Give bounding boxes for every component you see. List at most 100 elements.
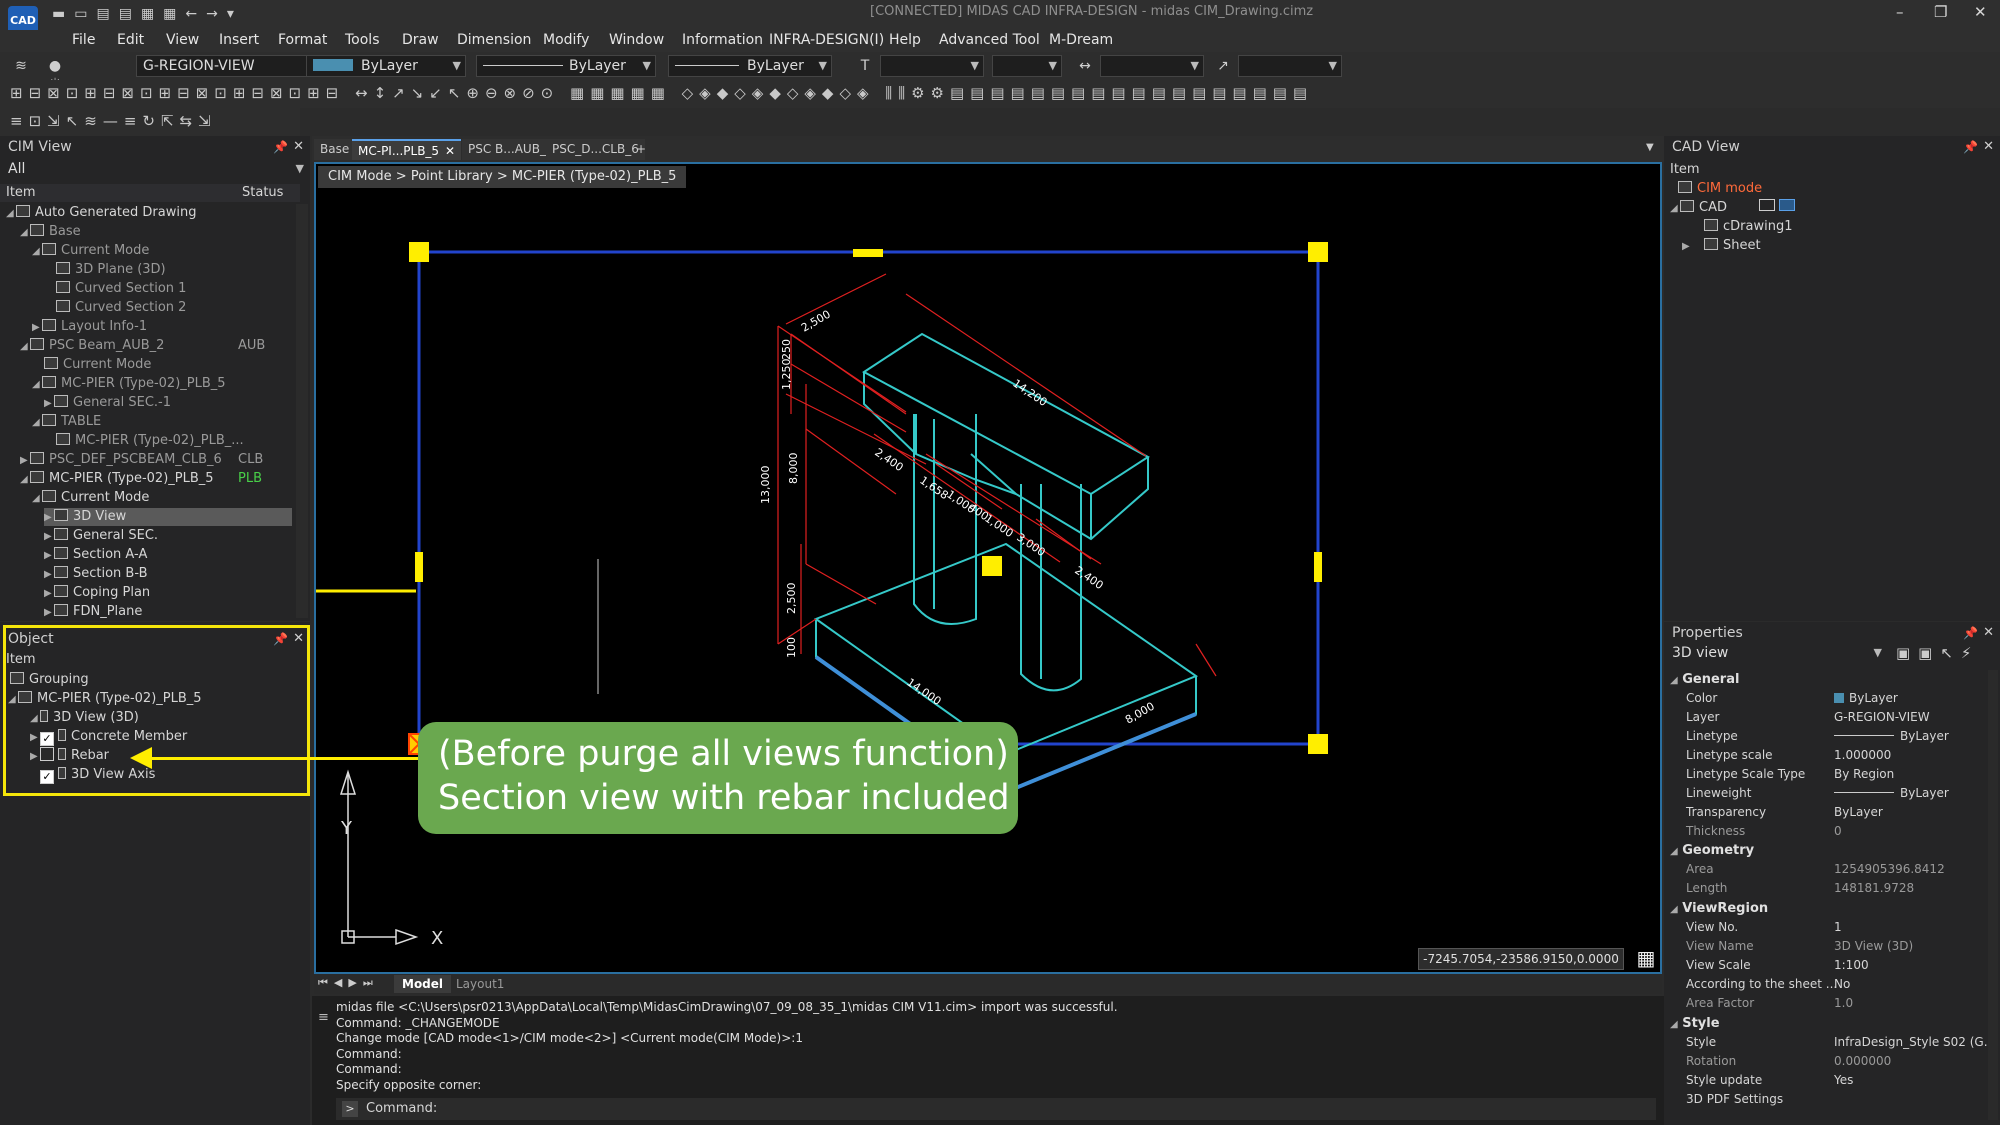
color-combo[interactable]: ByLayer ▼ xyxy=(306,55,466,77)
section-viewregion[interactable]: ◢ ViewRegion xyxy=(1664,899,1928,918)
rebar-checkbox[interactable] xyxy=(40,747,54,761)
close-icon[interactable]: ✕ xyxy=(1983,622,1994,644)
menu-insert[interactable]: Insert xyxy=(219,32,259,48)
text-style-combo[interactable]: ▼ xyxy=(880,55,984,77)
prop-area[interactable]: Area 1254905396.8412 xyxy=(1664,860,1945,879)
concrete-member-checkbox[interactable]: ✓ xyxy=(40,732,54,746)
tab-model[interactable]: Model xyxy=(394,975,452,993)
linetype-combo[interactable]: ByLayer ▼ xyxy=(476,55,656,77)
model-icon[interactable] xyxy=(1778,199,1795,211)
prop-style-update[interactable]: Style update Yes xyxy=(1664,1071,1928,1090)
section-geometry[interactable]: ◢ Geometry xyxy=(1664,841,1928,860)
dim-style-icon[interactable]: ↔ xyxy=(1076,57,1094,75)
multileader-combo[interactable]: ▼ xyxy=(1238,55,1342,77)
layer-combo[interactable]: G-REGION-VIEW▼ xyxy=(136,55,326,77)
axis-checkbox[interactable]: ✓ xyxy=(40,770,54,784)
tree-row[interactable]: ▶ Section B-B xyxy=(44,565,148,583)
tree-row-rebar[interactable]: ▶ Rebar xyxy=(30,747,109,765)
menu-help[interactable]: Help xyxy=(889,32,921,48)
close-icon[interactable]: ✕ xyxy=(1983,136,1994,158)
prop-layer[interactable]: Layer G-REGION-VIEW xyxy=(1664,708,1930,727)
selection-combo[interactable]: 3D view ▼ xyxy=(1666,644,1886,664)
tab-mc-pier[interactable]: MC-PI...PLB_5 ✕ xyxy=(352,139,462,162)
tree-row-sheet[interactable]: ▶ Sheet xyxy=(1682,237,1761,255)
tree-row-pier[interactable]: ◢ MC-PIER (Type-02)_PLB_5 xyxy=(8,690,202,708)
menu-window[interactable]: Window xyxy=(609,32,664,48)
tree-row[interactable]: ▶ Coping Plan xyxy=(44,584,150,602)
prop-length[interactable]: Length 148181.9728 xyxy=(1664,879,1928,898)
grid-view-icon[interactable]: ▦ xyxy=(1634,946,1658,970)
tree-row-cdrawing1[interactable]: cDrawing1 xyxy=(1704,218,1792,236)
tree-row[interactable]: ▶ General SEC.-1 xyxy=(44,394,171,412)
tree-row[interactable]: ▶ PSC_DEF_PSCBEAM_CLB_6 CLB xyxy=(20,451,270,469)
tree-row-grouping[interactable]: Grouping xyxy=(10,671,89,689)
properties-toolbar-icon[interactable]: ▣▣↖⚡ xyxy=(1896,644,1979,662)
prop-rotation[interactable]: Rotation 0.000000 xyxy=(1664,1052,1928,1071)
pin-icon[interactable]: 📌 xyxy=(273,136,288,158)
print-icon[interactable]: ▦ xyxy=(141,6,163,22)
multileader-icon[interactable]: ↗ xyxy=(1214,57,1232,75)
menu-edit[interactable]: Edit xyxy=(117,32,144,48)
menu-file[interactable]: File xyxy=(72,32,95,48)
maximize-button[interactable]: ❐ xyxy=(1934,3,1947,21)
tree-row[interactable]: ◢ MC-PIER (Type-02)_PLB_5 xyxy=(32,375,226,393)
section-general[interactable]: ◢ General xyxy=(1664,670,1928,689)
tab-psc-beam-aub[interactable]: PSC B...AUB_2 xyxy=(462,139,560,160)
tree-row[interactable]: ◢ Current Mode xyxy=(32,489,149,507)
prop-view-name[interactable]: View Name 3D View (3D) xyxy=(1664,937,1928,956)
menu-advanced-tool[interactable]: Advanced Tool xyxy=(939,32,1040,48)
menu-infra-design[interactable]: INFRA-DESIGN(I) xyxy=(769,32,884,48)
tab-add-button[interactable]: + xyxy=(630,139,652,160)
menu-dimension[interactable]: Dimension xyxy=(457,32,531,48)
tree-row[interactable]: Current Mode xyxy=(44,356,151,374)
prop-area-factor[interactable]: Area Factor 1.0 xyxy=(1664,994,1928,1013)
command-menu-icon[interactable]: ≡ xyxy=(318,1010,329,1025)
prop-view-no[interactable]: View No. 1 xyxy=(1664,918,1928,937)
cim-tree-scrollbar[interactable] xyxy=(296,204,308,618)
prop-linetype[interactable]: Linetype ByLayer xyxy=(1664,727,1949,746)
layer-state-icon[interactable]: ●☀ xyxy=(46,57,64,92)
pin-icon[interactable]: 📌 xyxy=(273,628,288,650)
close-button[interactable]: ✕ xyxy=(1974,3,1987,21)
tree-row[interactable]: ◢ MC-PIER (Type-02)_PLB_5 PLB xyxy=(20,470,270,488)
tree-row[interactable]: Curved Section 1 xyxy=(56,280,186,298)
tree-row-concrete-member[interactable]: ▶ ✓ Concrete Member xyxy=(30,728,187,746)
tree-row-3d-view[interactable]: ◢ 3D View (3D) xyxy=(30,709,139,727)
prop-style[interactable]: Style InfraDesign_Style S02 (G... xyxy=(1664,1033,1995,1052)
tab-close-icon[interactable]: ✕ xyxy=(445,141,455,162)
tab-base[interactable]: Base xyxy=(314,139,356,160)
tree-row[interactable]: ◢ TABLE xyxy=(32,413,101,431)
layout-nav-icon[interactable]: ⏮◀▶⏭ xyxy=(318,976,379,990)
text-height-combo[interactable]: ▼ xyxy=(992,55,1062,77)
properties-scrollbar[interactable] xyxy=(1988,670,1998,1120)
lineweight-combo[interactable]: ByLayer ▼ xyxy=(668,55,832,77)
redo-icon[interactable]: → xyxy=(206,6,227,22)
tree-row[interactable]: ◢ Auto Generated Drawing xyxy=(6,204,196,222)
tree-row[interactable]: ◢ PSC Beam_AUB_2 AUB xyxy=(20,337,270,355)
tree-row[interactable]: ◢ Base xyxy=(20,223,81,241)
tree-row[interactable]: 3D Plane (3D) xyxy=(56,261,166,279)
pin-icon[interactable]: 📌 xyxy=(1963,622,1978,644)
tree-row[interactable]: Curved Section 2 xyxy=(56,299,186,317)
prop-according-sheet[interactable]: According to the sheet ... No xyxy=(1664,975,1928,994)
tree-row-cad[interactable]: ◢ CAD xyxy=(1670,199,1795,217)
prop-lineweight[interactable]: Lineweight ByLayer xyxy=(1664,784,1949,803)
tree-row[interactable]: ▶ Section A-A xyxy=(44,546,147,564)
tab-layout1[interactable]: Layout1 xyxy=(456,975,504,993)
cim-filter-combo[interactable]: All ▼ xyxy=(2,160,308,180)
tree-row[interactable]: ▶ FDN_Plane xyxy=(44,603,142,620)
tree-row[interactable]: ▶ Layout Info-1 xyxy=(32,318,147,336)
tree-row-cim-mode[interactable]: CIM mode xyxy=(1678,180,1762,198)
menu-information[interactable]: Information xyxy=(682,32,763,48)
close-icon[interactable]: ✕ xyxy=(293,628,304,650)
layout-icon[interactable] xyxy=(1758,199,1775,211)
prop-3d-pdf-settings[interactable]: 3D PDF Settings xyxy=(1664,1090,1928,1109)
open-file-icon[interactable]: ▭ xyxy=(74,6,96,22)
view-tools-icon[interactable]: ≡⊡⇲↖≋—≡↻⇱⇆⇲ xyxy=(10,112,290,132)
command-input[interactable]: > Command: xyxy=(336,1098,1656,1120)
prop-color[interactable]: Color ByLayer xyxy=(1664,689,1928,708)
close-icon[interactable]: ✕ xyxy=(293,136,304,158)
menu-m-dream[interactable]: M-Dream xyxy=(1049,32,1113,48)
tree-row[interactable]: MC-PIER (Type-02)_PLB_... xyxy=(56,432,244,450)
save-icon[interactable]: ▤ xyxy=(96,6,118,22)
